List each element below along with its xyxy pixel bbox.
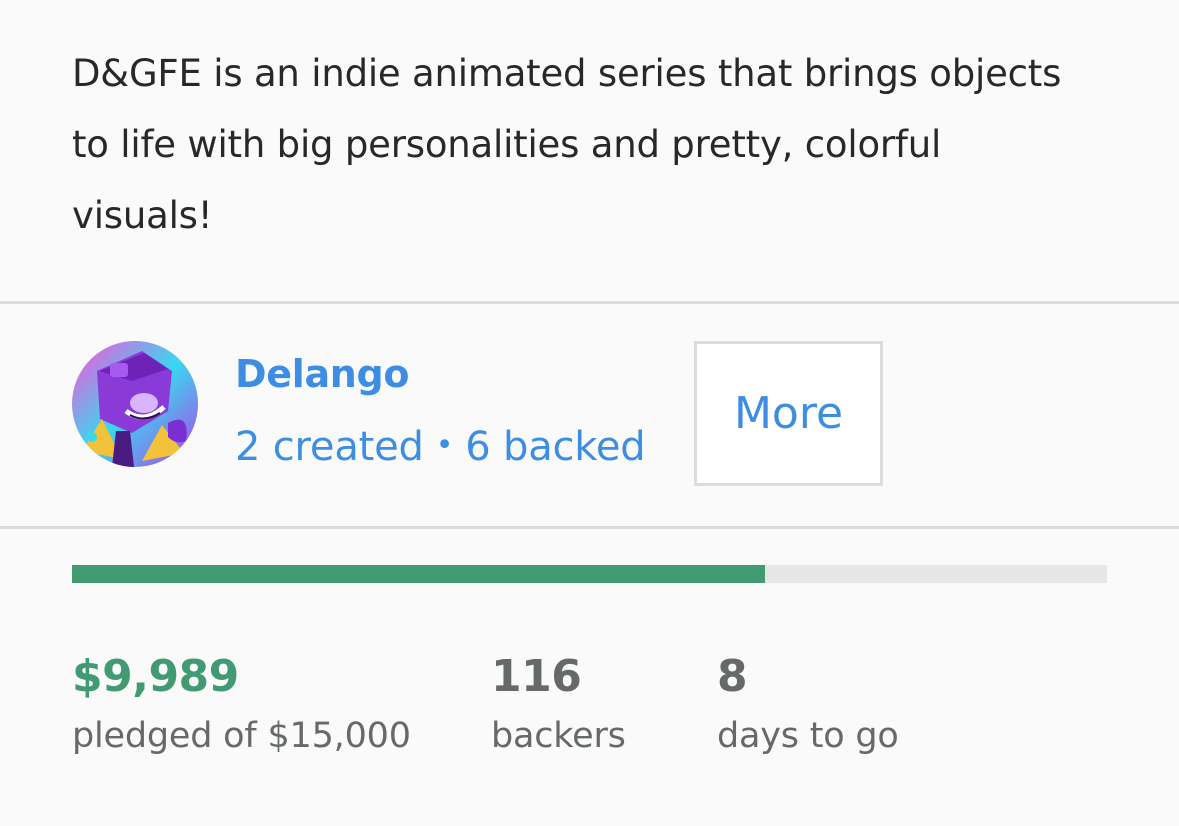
pledged-amount: $9,989 [72,651,239,702]
section-divider [0,301,1179,304]
days-count: 8 [717,651,748,702]
funding-progress-bar [72,565,1107,583]
section-divider [0,526,1179,529]
creator-section: Delango 2 created • 6 backed More [72,340,1112,486]
creator-name-link[interactable]: Delango [235,352,410,396]
backers-count: 116 [491,651,582,702]
created-count-link[interactable]: 2 created [235,424,424,470]
avatar-illustration-icon [72,341,198,467]
backers-stat: 116 backers [491,650,626,758]
pledged-stat: $9,989 pledged of $15,000 [72,650,411,758]
creator-stats: 2 created • 6 backed [235,424,646,470]
pledged-goal-label: pledged of $15,000 [72,716,411,756]
separator-dot: • [435,428,454,463]
days-stat: 8 days to go [717,650,899,758]
backers-label: backers [491,716,626,756]
funding-progress-fill [72,565,766,583]
backed-count-link[interactable]: 6 backed [465,424,645,470]
days-label: days to go [717,716,899,756]
project-blurb: D&GFE is an indie animated series that b… [72,52,1062,237]
more-button[interactable]: More [694,341,883,486]
creator-avatar[interactable] [72,341,198,467]
